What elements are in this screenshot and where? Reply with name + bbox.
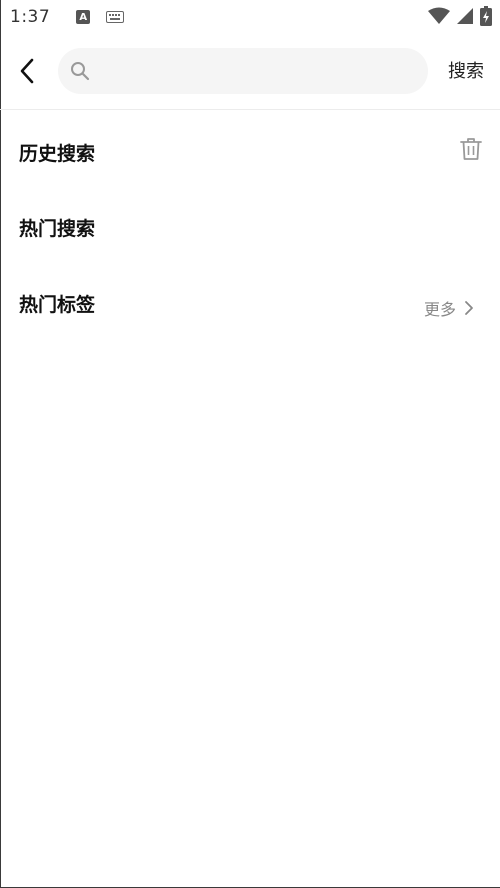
more-tags-link[interactable]: 更多	[424, 296, 474, 320]
status-bar: 1:37 A	[0, 0, 500, 34]
hot-search-title: 热门搜索	[19, 218, 96, 240]
back-button[interactable]	[12, 54, 42, 88]
search-box[interactable]	[58, 48, 428, 94]
search-input[interactable]	[98, 48, 428, 94]
clear-history-button[interactable]	[460, 137, 484, 163]
a-icon: A	[76, 10, 91, 24]
status-time: 1:37	[10, 7, 51, 27]
search-header: 搜索	[0, 34, 500, 110]
more-label: 更多	[423, 300, 456, 319]
keyboard-icon	[106, 8, 125, 27]
trash-icon	[460, 138, 482, 160]
hot-tags-title: 热门标签	[19, 294, 96, 316]
chevron-left-icon	[20, 58, 34, 84]
search-button[interactable]: 搜索	[448, 57, 484, 83]
wifi-icon	[428, 7, 450, 29]
frame-left-edge	[0, 0, 1, 888]
search-icon	[71, 62, 90, 81]
chevron-right-icon	[465, 301, 473, 315]
system-icons	[428, 6, 492, 30]
battery-charging-icon	[480, 6, 492, 30]
signal-icon	[456, 7, 474, 29]
history-search-title: 历史搜索	[19, 143, 96, 165]
